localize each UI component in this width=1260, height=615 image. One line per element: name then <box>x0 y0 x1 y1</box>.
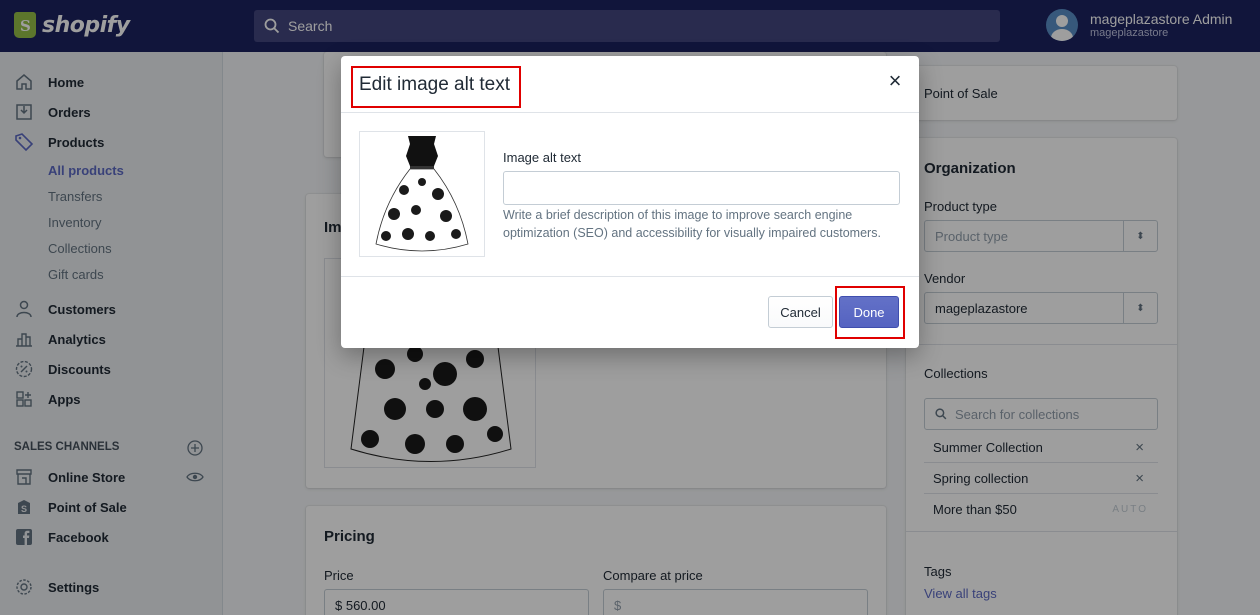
alt-text-label: Image alt text <box>503 150 582 165</box>
title-highlight-box <box>351 66 521 108</box>
modal-footer-divider <box>341 276 919 277</box>
image-thumbnail <box>359 131 485 257</box>
close-icon[interactable]: × <box>884 70 906 93</box>
alt-text-input[interactable] <box>503 171 900 205</box>
alt-text-help: Write a brief description of this image … <box>503 208 881 240</box>
done-highlight-box <box>835 286 905 339</box>
modal-header: Edit image alt text × <box>341 56 919 113</box>
edit-alt-text-modal: Edit image alt text × Image alt text Wri… <box>341 56 919 348</box>
dress-thumbnail-image <box>375 136 469 252</box>
cancel-button[interactable]: Cancel <box>768 296 833 328</box>
